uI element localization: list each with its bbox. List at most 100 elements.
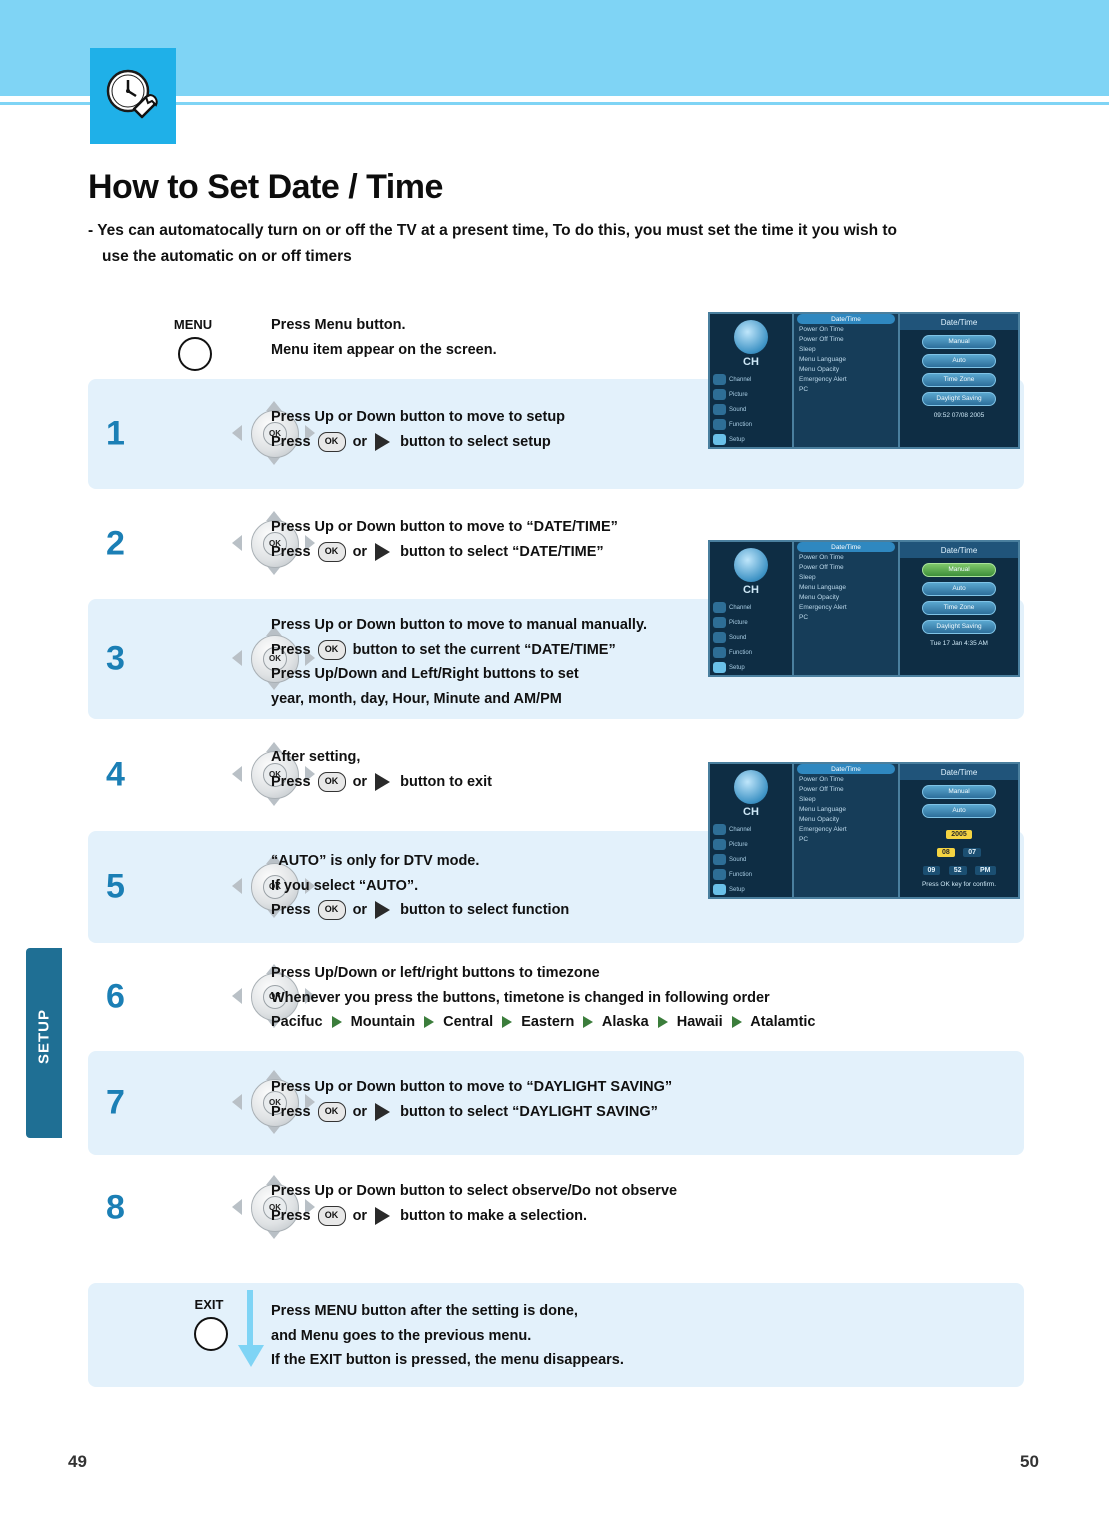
osd3-auto-button[interactable]: Auto [922, 804, 996, 818]
osd1-daylight-button[interactable]: Daylight Saving [922, 392, 996, 406]
osd1-sidebar: CH Channel Picture Sound Function Setup [708, 312, 794, 449]
osd2-menu-item-power-off[interactable]: Power Off Time [794, 562, 898, 572]
step-6-number: 6 [106, 977, 125, 1016]
osd3-ampm-field[interactable]: PM [975, 866, 996, 875]
osd2-menu-item-sleep[interactable]: Sleep [794, 572, 898, 582]
step-5-press: Press [271, 902, 311, 918]
ok-icon: OK [317, 1205, 346, 1226]
osd1-auto-button[interactable]: Auto [922, 354, 996, 368]
osd2-manual-button[interactable]: Manual [922, 563, 996, 577]
osd3-menu-item-power-off[interactable]: Power Off Time [794, 784, 898, 794]
osd3-month-field[interactable]: 08 [936, 848, 955, 857]
label: Picture [729, 391, 748, 398]
timezone-5: Alaska [601, 1014, 649, 1030]
osd3-sidebar-item-picture[interactable]: Picture [710, 837, 792, 852]
osd3-menu-item-sleep[interactable]: Sleep [794, 794, 898, 804]
ok-icon: OK [317, 639, 346, 660]
step-8-line-2: Press OK or button to make a selection. [271, 1204, 677, 1229]
step-8-post: button to make a selection. [400, 1207, 588, 1224]
osd1-ch-label: CH [743, 356, 759, 368]
step-2-press: Press [271, 543, 311, 560]
osd1-menu-item-datetime[interactable]: Date/Time [797, 314, 895, 324]
osd3-sidebar-item-sound[interactable]: Sound [710, 852, 792, 867]
label: Channel [729, 826, 752, 833]
osd3-panel-title: Date/Time [900, 764, 1018, 780]
step-5-post: button to select function [400, 902, 570, 918]
osd2-daylight-button[interactable]: Daylight Saving [922, 620, 996, 634]
label: Setup [729, 886, 745, 893]
osd3-menu-item-opacity[interactable]: Menu Opacity [794, 814, 898, 824]
osd1-sidebar-item-function[interactable]: Function [710, 417, 792, 432]
osd1-menu-item-opacity[interactable]: Menu Opacity [794, 364, 898, 374]
osd2-sidebar-item-picture[interactable]: Picture [710, 615, 792, 630]
osd3-panel: Date/Time Manual Auto 2005 08 07 09 52 P… [900, 762, 1020, 899]
osd3-day-field[interactable]: 07 [963, 848, 982, 857]
osd-screenshot-1: CH Channel Picture Sound Function Setup … [708, 312, 1020, 449]
osd3-menu-item-language[interactable]: Menu Language [794, 804, 898, 814]
page-number-left: 49 [68, 1452, 87, 1471]
step-3-line-4: year, month, day, Hour, Minute and AM/PM [271, 690, 562, 707]
osd3-sidebar-item-function[interactable]: Function [710, 867, 792, 882]
step-7-text: Press Up or Down button to move to “DAYL… [271, 1051, 672, 1124]
osd3-minute-field[interactable]: 52 [948, 866, 967, 875]
osd2-menu-item-power-on[interactable]: Power On Time [794, 552, 898, 562]
osd1-menu-item-sleep[interactable]: Sleep [794, 344, 898, 354]
step-4-post: button to exit [400, 773, 492, 790]
osd1-menu-item-emergency[interactable]: Emergency Alert [794, 374, 898, 384]
osd2-menu-item-language[interactable]: Menu Language [794, 582, 898, 592]
osd2-timezone-button[interactable]: Time Zone [922, 601, 996, 615]
label: Channel [729, 604, 752, 611]
osd3-menu-item-datetime[interactable]: Date/Time [797, 764, 895, 774]
osd2-sidebar-item-function[interactable]: Function [710, 645, 792, 660]
osd3-menu-item-pc[interactable]: PC [794, 834, 898, 844]
step-4-line-1: After setting, [271, 749, 361, 765]
osd1-manual-button[interactable]: Manual [922, 335, 996, 349]
menu-round-button[interactable] [178, 337, 212, 376]
right-arrow-icon [375, 1206, 391, 1225]
osd2-sidebar-item-channel[interactable]: Channel [710, 600, 792, 615]
step-8: 8 OK Press Up or Down button to select o… [88, 1155, 1024, 1261]
page-number-right: 50 [1020, 1452, 1039, 1471]
label: Channel [729, 376, 752, 383]
step-7-post: button to select “DAYLIGHT SAVING” [400, 1103, 658, 1120]
osd2-sidebar-item-setup[interactable]: Setup [710, 660, 792, 675]
osd2-auto-button[interactable]: Auto [922, 582, 996, 596]
osd1-sidebar-item-setup[interactable]: Setup [710, 432, 792, 447]
step-1-number: 1 [106, 414, 125, 453]
osd3-manual-button[interactable]: Manual [922, 785, 996, 799]
osd1-sidebar-item-channel[interactable]: Channel [710, 372, 792, 387]
osd3-hour-field[interactable]: 09 [922, 866, 941, 875]
osd3-year-field[interactable]: 2005 [946, 830, 972, 839]
osd2-sidebar-item-sound[interactable]: Sound [710, 630, 792, 645]
osd2-menu-item-opacity[interactable]: Menu Opacity [794, 592, 898, 602]
osd1-timezone-button[interactable]: Time Zone [922, 373, 996, 387]
step-exit: EXIT Press MENU button after the setting… [88, 1283, 1024, 1387]
step-7-line-1: Press Up or Down button to move to “DAYL… [271, 1079, 673, 1095]
page-subtitle: - Yes can automatocally turn on or off t… [88, 218, 1018, 270]
exit-round-button[interactable] [194, 1317, 228, 1356]
osd2-menu-item-pc[interactable]: PC [794, 612, 898, 622]
osd1-menu-item-language[interactable]: Menu Language [794, 354, 898, 364]
osd1-menu-item-power-on[interactable]: Power On Time [794, 324, 898, 334]
step-7-or: or [352, 1103, 368, 1120]
osd2-menu-item-datetime[interactable]: Date/Time [797, 542, 895, 552]
osd1-menu-item-power-off[interactable]: Power Off Time [794, 334, 898, 344]
step-6-line-2: Whenever you press the buttons, timetone… [271, 989, 770, 1006]
step-8-or: or [352, 1207, 368, 1224]
osd3-sidebar-item-setup[interactable]: Setup [710, 882, 792, 897]
side-tab-label: SETUP [35, 1009, 53, 1065]
label: Picture [729, 619, 748, 626]
osd1-sidebar-item-picture[interactable]: Picture [710, 387, 792, 402]
osd3-sidebar-item-channel[interactable]: Channel [710, 822, 792, 837]
osd1-menu-item-pc[interactable]: PC [794, 384, 898, 394]
ok-icon: OK [317, 771, 346, 792]
osd3-sidebar: CH Channel Picture Sound Function Setup [708, 762, 794, 899]
osd1-time-display: 09:52 07/08 2005 [933, 412, 985, 419]
osd3-menu-item-emergency[interactable]: Emergency Alert [794, 824, 898, 834]
osd1-sidebar-item-sound[interactable]: Sound [710, 402, 792, 417]
osd2-menu-item-emergency[interactable]: Emergency Alert [794, 602, 898, 612]
osd3-menu-item-power-on[interactable]: Power On Time [794, 774, 898, 784]
timezone-3: Central [443, 1014, 494, 1030]
step-8-line-1: Press Up or Down button to select observ… [271, 1183, 678, 1199]
right-arrow-icon [375, 901, 391, 920]
